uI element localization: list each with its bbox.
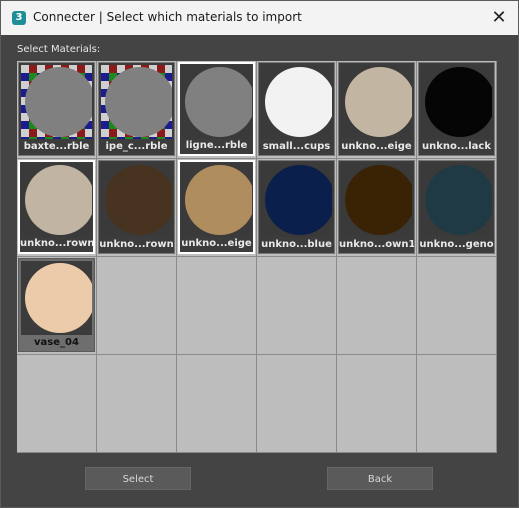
grid-cell [417, 257, 497, 355]
import-dialog: 3 Connecter | Select which materials to … [0, 0, 519, 508]
grid-cell [257, 355, 337, 453]
material-tile[interactable]: unkno...lack [418, 62, 495, 156]
material-thumbnail [101, 65, 172, 139]
material-thumbnail [341, 65, 412, 139]
material-sphere-preview [185, 67, 252, 137]
grid-cell [97, 257, 177, 355]
select-button[interactable]: Select [85, 467, 191, 490]
material-thumbnail [341, 163, 412, 237]
material-name: ipe_c...rble [105, 141, 168, 152]
material-sphere-preview [25, 165, 92, 235]
material-sphere-preview [265, 67, 332, 137]
material-tile[interactable]: ipe_c...rble [98, 62, 175, 156]
material-tile[interactable]: unkno...rown [18, 160, 95, 254]
material-name: unkno...lack [421, 141, 492, 152]
material-thumbnail [261, 65, 332, 139]
material-thumbnail [21, 261, 92, 335]
grid-cell: small...cups [257, 61, 337, 159]
material-sphere-preview [105, 67, 172, 137]
material-name: unkno...eige [341, 141, 412, 152]
material-tile[interactable]: baxte...rble [18, 62, 95, 156]
close-icon[interactable]: ✕ [488, 7, 510, 29]
grid-cell [17, 355, 97, 453]
grid-cell [97, 355, 177, 453]
grid-cell [337, 355, 417, 453]
material-name: vase_04 [34, 337, 79, 348]
grid-cell [177, 257, 257, 355]
material-tile[interactable]: unkno...eige [178, 160, 255, 254]
material-name: ligne...rble [185, 140, 248, 151]
select-materials-label: Select Materials: [17, 44, 101, 55]
material-sphere-preview [185, 165, 252, 235]
material-tile[interactable]: ligne...rble [178, 62, 255, 156]
grid-cell: unkno...blue [257, 159, 337, 257]
app-3ds-icon: 3 [12, 11, 26, 25]
material-sphere-preview [265, 165, 332, 235]
grid-cell: baxte...rble [17, 61, 97, 159]
material-sphere-preview [25, 263, 92, 333]
material-name: baxte...rble [23, 141, 90, 152]
material-tile[interactable]: unkno...own1 [338, 160, 415, 254]
material-tile[interactable]: unkno...geno [418, 160, 495, 254]
grid-cell: unkno...rown [97, 159, 177, 257]
material-thumbnail [181, 65, 252, 139]
grid-cell: ipe_c...rble [97, 61, 177, 159]
material-thumbnail [421, 163, 492, 237]
grid-cell: vase_04 [17, 257, 97, 355]
material-tile[interactable]: unkno...blue [258, 160, 335, 254]
grid-cell: unkno...lack [417, 61, 497, 159]
material-name: unkno...blue [261, 239, 332, 250]
material-name: unkno...rown [99, 239, 174, 250]
materials-grid: baxte...rble ipe_c...rble ligne...rble smal… [17, 61, 497, 453]
material-thumbnail [101, 163, 172, 237]
material-sphere-preview [345, 67, 412, 137]
material-name: unkno...geno [419, 239, 494, 250]
material-thumbnail [181, 163, 252, 237]
material-tile[interactable]: vase_04 [18, 258, 95, 352]
material-sphere-preview [345, 165, 412, 235]
grid-cell [337, 257, 417, 355]
material-thumbnail [21, 163, 92, 237]
material-tile[interactable]: unkno...eige [338, 62, 415, 156]
back-button[interactable]: Back [327, 467, 433, 490]
material-sphere-preview [425, 165, 492, 235]
grid-cell: unkno...eige [177, 159, 257, 257]
material-sphere-preview [105, 165, 172, 235]
material-name: small...cups [262, 141, 331, 152]
material-tile[interactable]: unkno...rown [98, 160, 175, 254]
material-name: unkno...own1 [339, 239, 414, 250]
grid-cell [257, 257, 337, 355]
material-sphere-preview [425, 67, 492, 137]
material-name: unkno...eige [181, 238, 252, 249]
grid-cell: unkno...geno [417, 159, 497, 257]
material-thumbnail [421, 65, 492, 139]
grid-cell: ligne...rble [177, 61, 257, 159]
material-thumbnail [261, 163, 332, 237]
grid-cell [177, 355, 257, 453]
material-sphere-preview [25, 67, 92, 137]
material-name: unkno...rown [20, 238, 93, 249]
title-bar: 3 Connecter | Select which materials to … [1, 1, 518, 35]
grid-cell: unkno...eige [337, 61, 417, 159]
material-thumbnail [21, 65, 92, 139]
grid-cell: unkno...rown [17, 159, 97, 257]
window-title: Connecter | Select which materials to im… [33, 10, 302, 24]
grid-cell [417, 355, 497, 453]
material-tile[interactable]: small...cups [258, 62, 335, 156]
grid-cell: unkno...own1 [337, 159, 417, 257]
